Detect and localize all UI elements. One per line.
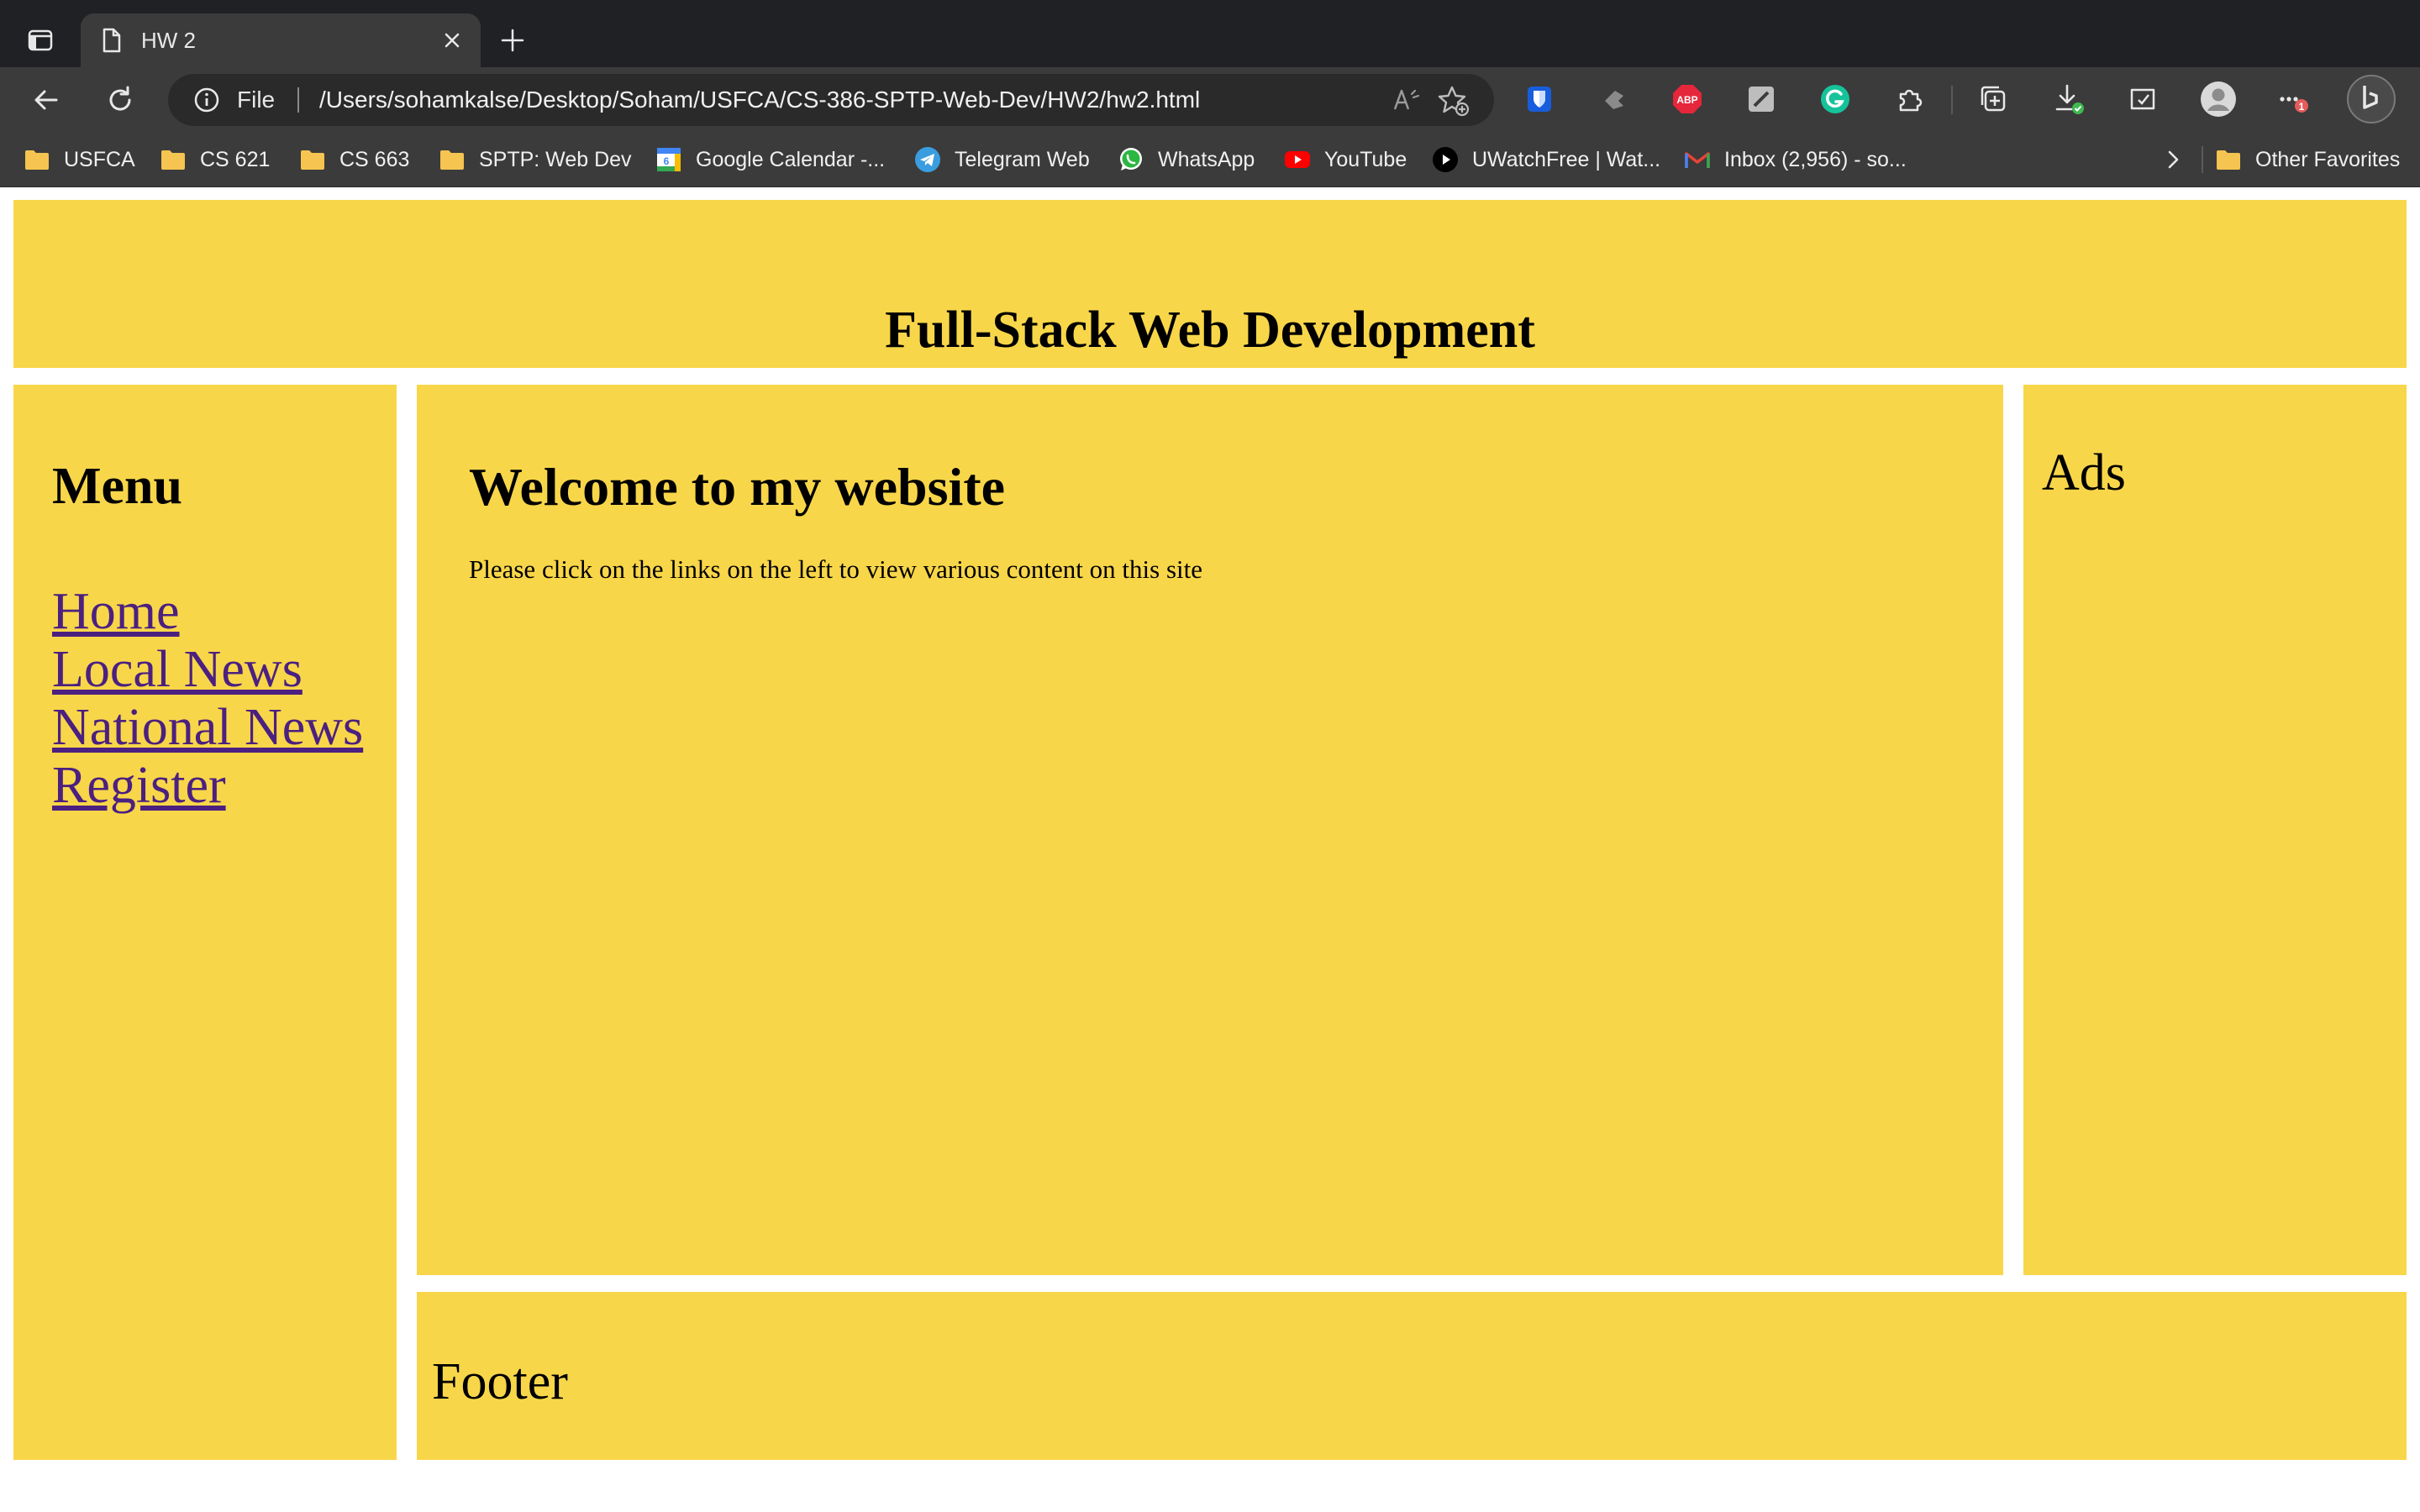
url-text[interactable]: /Users/sohamkalse/Desktop/Soham/USFCA/CS…	[319, 86, 1200, 114]
bookmark-label: UWatchFree | Wat...	[1472, 147, 1661, 171]
bookmark-label: Google Calendar -...	[696, 147, 886, 171]
menu-link-local-news[interactable]: Local News	[52, 641, 363, 699]
bitwarden-icon[interactable]	[1519, 79, 1560, 119]
folder-icon	[25, 150, 49, 170]
reload-icon[interactable]	[101, 81, 139, 119]
bookmark-whatsapp[interactable]: WhatsApp	[1118, 141, 1255, 178]
site-info-icon[interactable]	[193, 87, 220, 113]
whatsapp-icon	[1120, 148, 1142, 171]
bookmark-label: Inbox (2,956) - so...	[1724, 147, 1907, 171]
folder-icon	[440, 150, 464, 170]
chevron-right-icon[interactable]	[2158, 144, 2188, 175]
bookmark-usfca[interactable]: USFCA	[24, 141, 135, 178]
gmail-icon	[1685, 152, 1710, 168]
abp-label: ABP	[1676, 94, 1697, 106]
folder-icon	[2217, 150, 2240, 170]
menu-heading: Menu	[52, 458, 182, 515]
footer-label: Footer	[432, 1353, 568, 1410]
folder-icon	[161, 150, 185, 170]
bookmark-label: CS 621	[200, 147, 271, 171]
back-icon[interactable]	[27, 81, 66, 119]
menu-sidebar: Menu Home Local News National News Regis…	[13, 385, 397, 1460]
bookmark-youtube[interactable]: YouTube	[1284, 141, 1407, 178]
close-tab-icon[interactable]	[437, 25, 467, 55]
menu-links: Home Local News National News Register	[52, 583, 363, 815]
bookmark-gmail-inbox[interactable]: Inbox (2,956) - so...	[1684, 141, 1907, 178]
google-calendar-icon: 6	[657, 148, 681, 171]
extensions-icon[interactable]	[1889, 79, 1929, 119]
address-bar[interactable]: File /Users/sohamkalse/Desktop/Soham/USF…	[168, 74, 1494, 126]
toolbar-separator	[1951, 86, 1953, 114]
youtube-icon	[1285, 151, 1310, 168]
stylus-extension-icon[interactable]	[1741, 79, 1781, 119]
page-title: Full-Stack Web Development	[885, 302, 1535, 359]
tab-title: HW 2	[141, 28, 196, 53]
new-tab-icon[interactable]	[494, 22, 531, 59]
bookmark-label: YouTube	[1324, 147, 1407, 171]
bookmark-uwatchfree[interactable]: UWatchFree | Wat...	[1432, 141, 1660, 178]
bookmark-label: Other Favorites	[2255, 147, 2401, 171]
address-divider	[297, 87, 299, 113]
main-content: Welcome to my website Please click on th…	[417, 385, 2003, 1275]
ads-label: Ads	[2042, 444, 2126, 501]
notification-badge: 1	[2299, 101, 2305, 113]
performance-icon[interactable]	[2123, 79, 2163, 119]
url-scheme-label: File	[237, 87, 276, 113]
bookmark-label: CS 663	[339, 147, 410, 171]
menu-link-home[interactable]: Home	[52, 583, 363, 641]
welcome-text: Please click on the links on the left to…	[469, 554, 1202, 584]
bing-copilot-icon[interactable]	[2346, 74, 2396, 124]
page-footer: Footer	[417, 1292, 2407, 1460]
bookmark-google-calendar[interactable]: 6 Google Calendar -...	[655, 141, 885, 178]
bookmark-sptp-web-dev[interactable]: SPTP: Web Dev	[439, 141, 632, 178]
grammarly-icon[interactable]	[1815, 79, 1855, 119]
tab-hw2[interactable]: HW 2	[81, 13, 481, 67]
bookmark-label: Telegram Web	[955, 147, 1090, 171]
read-aloud-icon[interactable]	[1392, 86, 1422, 116]
tab-actions-icon[interactable]	[22, 22, 59, 59]
collections-icon[interactable]	[1973, 79, 2013, 119]
downloads-icon[interactable]	[2049, 79, 2089, 119]
extension-puzzle-dark-icon[interactable]	[1593, 79, 1634, 119]
bookmarks-separator	[2202, 146, 2203, 173]
folder-icon	[301, 150, 324, 170]
page-icon	[97, 27, 124, 54]
bookmark-cs621[interactable]: CS 621	[160, 141, 270, 178]
menu-link-register[interactable]: Register	[52, 757, 363, 815]
settings-more-icon[interactable]: 1	[2272, 79, 2312, 119]
profile-avatar-icon[interactable]	[2198, 79, 2238, 119]
tab-strip: HW 2	[0, 0, 2420, 67]
ads-panel: Ads	[2023, 385, 2407, 1275]
bookmark-other-favorites[interactable]: Other Favorites	[2215, 141, 2400, 178]
bookmark-cs663[interactable]: CS 663	[299, 141, 409, 178]
menu-link-national-news[interactable]: National News	[52, 699, 363, 757]
play-icon	[1433, 147, 1458, 172]
telegram-icon	[915, 147, 940, 172]
adblock-plus-icon[interactable]: ABP	[1667, 79, 1707, 119]
add-favorite-icon[interactable]	[1437, 84, 1470, 118]
bookmarks-bar: USFCA CS 621 CS 663 SPTP: Web Dev 6 Goog…	[0, 133, 2420, 187]
page-header: Full-Stack Web Development	[13, 200, 2407, 368]
welcome-heading: Welcome to my website	[469, 457, 1006, 517]
svg-text:6: 6	[664, 155, 670, 167]
bookmark-telegram[interactable]: Telegram Web	[914, 141, 1090, 178]
browser-toolbar: File /Users/sohamkalse/Desktop/Soham/USF…	[0, 67, 2420, 133]
bookmark-label: WhatsApp	[1158, 147, 1255, 171]
bookmark-label: USFCA	[64, 147, 135, 171]
bookmark-label: SPTP: Web Dev	[479, 147, 632, 171]
